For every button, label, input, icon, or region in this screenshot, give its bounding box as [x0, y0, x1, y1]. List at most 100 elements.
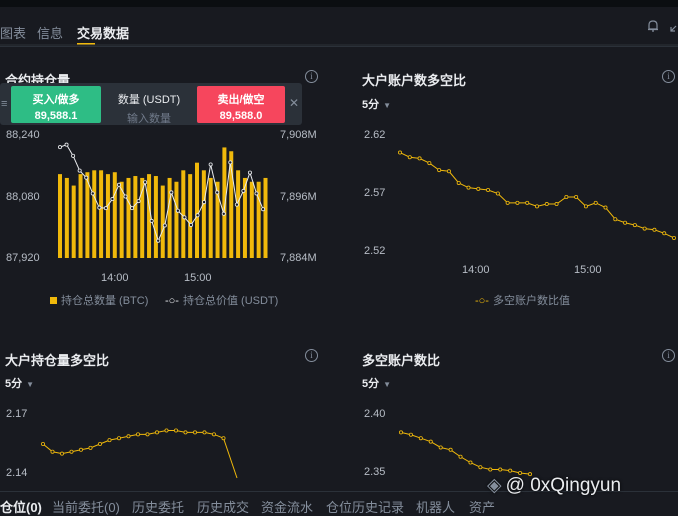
oi-value-point: [175, 208, 180, 213]
legend-line[interactable]: -○- 持仓总价值 (USDT): [165, 292, 278, 308]
buy-label: 买入/做多: [32, 94, 80, 106]
oi-bar: [119, 181, 124, 258]
info-icon[interactable]: i: [662, 349, 675, 362]
top-account-ratio-point: [495, 191, 500, 196]
oi-bar: [236, 170, 241, 258]
top-account-ratio-point: [486, 187, 491, 192]
info-icon[interactable]: i: [662, 70, 675, 83]
oi-bar: [167, 177, 172, 258]
oi-bar: [64, 177, 69, 258]
oi-value-point: [77, 168, 82, 173]
chevron-down-icon: ▼: [383, 380, 392, 389]
top-position-ratio-point: [145, 432, 150, 437]
oi-bar: [58, 174, 62, 258]
account-ratio-point: [428, 439, 433, 444]
amount-field[interactable]: 数量 (USDT) 输入数量: [103, 86, 195, 125]
account-ratio-point: [468, 460, 473, 465]
top-position-ratio-point: [164, 428, 169, 433]
interval-select[interactable]: 5分 ▼: [362, 375, 391, 391]
top-position-ratio-title: 大户持仓量多空比: [5, 353, 110, 368]
oi-value-point: [58, 145, 63, 150]
oi-value-point: [195, 213, 200, 218]
top-account-ratio-point: [515, 200, 520, 205]
tab-bots[interactable]: 机器人: [416, 497, 455, 516]
tab-position-history[interactable]: 仓位历史记录: [326, 497, 404, 516]
oi-bar: [78, 174, 83, 258]
oi-bar: [188, 174, 193, 258]
oi-value-point: [247, 170, 252, 175]
y-tick: 2.40: [364, 408, 386, 420]
oi-bar: [92, 170, 97, 258]
top-account-ratio-point: [466, 185, 471, 190]
legend-item[interactable]: -○- 多空账户数比值: [475, 292, 570, 308]
oi-bar: [133, 176, 138, 258]
amount-label: 数量 (USDT): [117, 94, 181, 106]
charts-canvas: [0, 44, 678, 479]
account-ratio-point: [508, 468, 513, 473]
drag-handle-icon[interactable]: ≡: [1, 98, 7, 110]
interval-select[interactable]: 5分 ▼: [362, 96, 391, 112]
left-tick: 88,080: [6, 191, 40, 203]
tab-order-history[interactable]: 历史委托: [132, 497, 184, 516]
sell-short-button[interactable]: 卖出/做空 89,588.0: [197, 86, 285, 123]
left-tick: 87,920: [6, 252, 40, 264]
oi-value-point: [149, 218, 154, 223]
interval-value: 5分: [362, 378, 380, 390]
top-position-ratio-point: [154, 430, 159, 435]
oi-value-point: [71, 153, 76, 158]
oi-value-point: [241, 188, 246, 193]
y-tick: 2.52: [364, 245, 386, 257]
oi-value-point: [136, 199, 141, 204]
account-ratio-title: 多空账户数比: [362, 353, 441, 368]
tab-trade-history[interactable]: 历史成交: [197, 497, 249, 516]
right-tick: 7,908M: [280, 129, 317, 141]
top-account-ratio-point: [554, 202, 559, 207]
top-position-ratio-point: [221, 436, 226, 441]
top-position-ratio-point: [211, 432, 216, 437]
top-account-ratio-point: [525, 200, 530, 205]
account-ratio-point: [408, 432, 413, 437]
legend-label: 持仓总数量 (BTC): [61, 295, 149, 307]
legend-marker: -○-: [475, 295, 489, 307]
account-ratio-point: [418, 436, 423, 441]
account-ratio-point: [498, 467, 503, 472]
tab-positions[interactable]: 仓位(0): [0, 497, 42, 516]
quick-trade-panel: ≡ 买入/做多 89,588.1 数量 (USDT) 输入数量 卖出/做空 89…: [0, 83, 302, 125]
interval-value: 5分: [362, 99, 380, 111]
top-account-ratio-point: [476, 186, 481, 191]
top-position-ratio-point: [50, 449, 55, 454]
x-tick: 15:00: [574, 264, 602, 276]
legend-label: 持仓总价值 (USDT): [182, 295, 279, 307]
top-account-ratio-point: [417, 156, 422, 161]
account-ratio-point: [458, 454, 463, 459]
oi-value-point: [254, 191, 259, 196]
left-tick: 88,240: [6, 129, 40, 141]
x-tick: 14:00: [101, 272, 129, 284]
interval-select[interactable]: 5分 ▼: [5, 375, 34, 391]
y-tick: 2.57: [364, 187, 386, 199]
y-tick: 2.14: [6, 467, 28, 479]
account-ratio-point: [438, 445, 443, 450]
oi-value-point: [234, 202, 239, 207]
chevron-down-icon: ▼: [26, 380, 35, 389]
top-position-ratio-point: [173, 428, 178, 433]
close-icon[interactable]: ✕: [289, 96, 299, 110]
tab-transactions[interactable]: 资金流水: [261, 497, 313, 516]
oi-value-point: [156, 238, 161, 243]
tab-open-orders[interactable]: 当前委托(0): [52, 497, 120, 516]
oi-value-point: [202, 200, 207, 205]
oi-value-point: [169, 190, 174, 195]
legend-bars[interactable]: 持仓总数量 (BTC): [50, 292, 148, 308]
top-position-ratio-point: [60, 451, 65, 456]
info-icon[interactable]: i: [305, 349, 318, 362]
x-tick: 15:00: [184, 272, 212, 284]
top-account-ratio-point: [544, 202, 549, 207]
watermark-logo-icon: ◈: [487, 475, 502, 496]
oi-value-point: [110, 197, 115, 202]
top-account-ratio-point: [642, 226, 647, 231]
tab-assets[interactable]: 资产: [469, 497, 495, 516]
buy-long-button[interactable]: 买入/做多 89,588.1: [11, 86, 101, 123]
oi-bar: [112, 172, 117, 258]
oi-bar: [201, 170, 206, 258]
top-account-ratio-point: [623, 220, 628, 225]
